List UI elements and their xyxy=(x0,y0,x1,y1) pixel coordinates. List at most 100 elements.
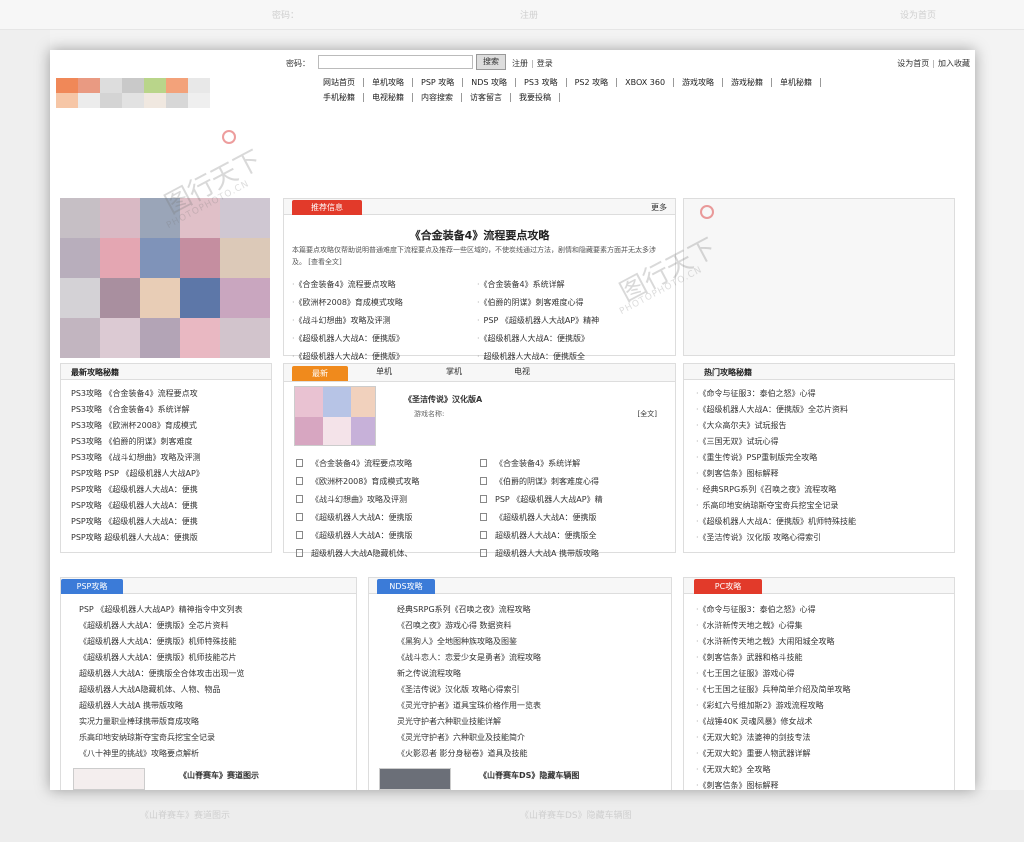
list-item[interactable]: · 《欧洲杯2008》育成模式攻略 xyxy=(292,295,477,311)
list-item[interactable]: PS3攻略 《战斗幻想曲》攻略及评测 xyxy=(71,450,266,466)
list-item[interactable]: · 《战锤40K 灵魂风暴》修女战术 xyxy=(696,714,951,730)
list-item[interactable]: 新之传说流程攻略 xyxy=(397,666,667,682)
nav-item[interactable]: 手机秘籍 xyxy=(315,93,364,102)
tab-latest[interactable]: 最新 xyxy=(292,366,348,381)
list-item[interactable]: · 《超级机器人大战A：便携版》全芯片资料 xyxy=(696,402,951,418)
list-item[interactable]: 《超级机器人大战A：便携版 xyxy=(296,528,480,544)
list-item[interactable]: PSP攻略 《超级机器人大战A：便携 xyxy=(71,514,266,530)
nav-item[interactable]: 电视秘籍 xyxy=(364,93,413,102)
list-item[interactable]: · 《彩虹六号维加斯2》游戏流程攻略 xyxy=(696,698,951,714)
list-item[interactable]: 实况力量职业棒球携带版育成攻略 xyxy=(79,714,349,730)
list-item[interactable]: 《战斗幻想曲》攻略及评测 xyxy=(296,492,480,508)
full-text-link[interactable]: [全文] xyxy=(638,409,657,419)
nav-item[interactable]: XBOX 360 xyxy=(617,78,675,87)
list-item[interactable]: · 《合金装备4》流程要点攻略 xyxy=(292,277,477,293)
featured-title[interactable]: 《合金装备4》流程要点攻略 xyxy=(284,227,675,243)
list-item[interactable]: 《黑狗人》全地图种族攻略及图鉴 xyxy=(397,634,667,650)
list-item[interactable]: · 《命令与征服3：泰伯之怒》心得 xyxy=(696,386,951,402)
nav-item[interactable]: 访客留言 xyxy=(462,93,511,102)
add-favorite-link[interactable]: 加入收藏 xyxy=(938,59,970,68)
nav-item[interactable]: 内容搜索 xyxy=(413,93,462,102)
nav-item[interactable]: 网站首页 xyxy=(315,78,364,87)
list-item[interactable]: 经典SRPG系列《召唤之夜》流程攻略 xyxy=(397,602,667,618)
login-link[interactable]: 登录 xyxy=(537,59,553,68)
psp-thumb-title[interactable]: 《山脊赛车》赛道图示 xyxy=(179,770,259,781)
nav-item[interactable]: 游戏秘籍 xyxy=(723,78,773,87)
list-item[interactable]: 《伯爵的阴谋》刺客难度心得 xyxy=(480,474,664,490)
list-item[interactable]: 《超级机器人大战A：便携版》机师特殊技能 xyxy=(79,634,349,650)
game-cover-image[interactable] xyxy=(294,386,376,446)
nav-item[interactable]: NDS 攻略 xyxy=(463,78,517,87)
list-item[interactable]: PS3攻略 《合金装备4》系统详解 xyxy=(71,402,266,418)
list-item[interactable]: · 《圣洁传说》汉化版 攻略心得索引 xyxy=(696,530,951,546)
list-item[interactable]: PSP 《超级机器人大战AP》精 xyxy=(480,492,664,508)
list-item[interactable]: 《超级机器人大战A：便携版》全芯片资料 xyxy=(79,618,349,634)
game-title[interactable]: 《圣洁传说》汉化版A xyxy=(404,394,482,405)
list-item[interactable]: · 经典SRPG系列《召唤之夜》流程攻略 xyxy=(696,482,951,498)
list-item[interactable]: · 《水浒新传天地之戟》大闹阳城全攻略 xyxy=(696,634,951,650)
list-item[interactable]: 《超级机器人大战A：便携版 xyxy=(480,510,664,526)
list-item[interactable]: 超级机器人大战A隐藏机体、 xyxy=(296,546,480,562)
list-item[interactable]: 《欧洲杯2008》育成模式攻略 xyxy=(296,474,480,490)
list-item[interactable]: 《火影忍者 影分身秘卷》道具及技能 xyxy=(397,746,667,762)
list-item[interactable]: · 《无双大蛇》重要人物武器详解 xyxy=(696,746,951,762)
car-thumbnail[interactable] xyxy=(379,768,451,790)
list-item[interactable]: · 《大众高尔夫》试玩报告 xyxy=(696,418,951,434)
list-item[interactable]: PSP攻略 《超级机器人大战A：便携 xyxy=(71,498,266,514)
list-item[interactable]: · 《超级机器人大战A：便携版》机师特殊技能 xyxy=(696,514,951,530)
list-item[interactable]: · 《刺客信条》武器和格斗技能 xyxy=(696,650,951,666)
nav-item[interactable]: PS3 攻略 xyxy=(516,78,567,87)
list-item[interactable]: · 乐高印地安纳琼斯夺宝奇兵挖宝全记录 xyxy=(696,498,951,514)
list-item[interactable]: PS3攻略 《伯爵的阴谋》刺客难度 xyxy=(71,434,266,450)
list-item[interactable]: · 《水浒新传天地之戟》心得集 xyxy=(696,618,951,634)
list-item[interactable]: 《超级机器人大战A：便携版》机师技能芯片 xyxy=(79,650,349,666)
nav-item[interactable]: 单机攻略 xyxy=(364,78,413,87)
list-item[interactable]: · 《七王国之征服》游戏心得 xyxy=(696,666,951,682)
list-item[interactable]: 《合金装备4》流程要点攻略 xyxy=(296,456,480,472)
list-item[interactable]: PSP 《超级机器人大战AP》精神指令中文列表 xyxy=(79,602,349,618)
list-item[interactable]: 《超级机器人大战A：便携版 xyxy=(296,510,480,526)
site-logo[interactable] xyxy=(50,72,250,127)
list-item[interactable]: 《合金装备4》系统详解 xyxy=(480,456,664,472)
nds-tab[interactable]: NDS攻略 xyxy=(377,579,435,594)
list-item[interactable]: PSP攻略 PSP 《超级机器人大战AP》 xyxy=(71,466,266,482)
list-item[interactable]: PSP攻略 《超级机器人大战A：便携 xyxy=(71,482,266,498)
password-input[interactable] xyxy=(318,55,473,69)
tab-handheld[interactable]: 掌机 xyxy=(446,366,462,377)
list-item[interactable]: 《灵光守护者》六种职业及技能简介 xyxy=(397,730,667,746)
list-item[interactable]: 《圣洁传说》汉化版 攻略心得索引 xyxy=(397,682,667,698)
nav-item[interactable]: 单机秘籍 xyxy=(772,78,822,87)
list-item[interactable]: · 《七王国之征服》兵种简单介绍及简单攻略 xyxy=(696,682,951,698)
nds-thumb-title[interactable]: 《山脊赛车DS》隐藏车辆图 xyxy=(479,770,579,781)
track-thumbnail[interactable] xyxy=(73,768,145,790)
nav-item[interactable]: PSP 攻略 xyxy=(413,78,464,87)
set-home-link[interactable]: 设为首页 xyxy=(897,59,929,68)
psp-tab[interactable]: PSP攻略 xyxy=(61,579,123,594)
nav-item[interactable]: 我要投稿 xyxy=(511,93,560,102)
list-item[interactable]: · 《重生传说》PSP重制版完全攻略 xyxy=(696,450,951,466)
nav-item[interactable]: 游戏攻略 xyxy=(674,78,724,87)
list-item[interactable]: 灵光守护者六种职业技能详解 xyxy=(397,714,667,730)
search-button[interactable]: 搜索 xyxy=(476,54,506,70)
list-item[interactable]: 超级机器人大战A 携带版攻略 xyxy=(480,546,664,562)
list-item[interactable]: PSP攻略 超级机器人大战A：便携版 xyxy=(71,530,266,546)
list-item[interactable]: · 《刺客信条》图标解释 xyxy=(696,778,951,790)
list-item[interactable]: · PSP 《超级机器人大战AP》精神 xyxy=(477,313,662,329)
pc-tab[interactable]: PC攻略 xyxy=(694,579,762,594)
list-item[interactable]: 乐高印地安纳琼斯夺宝奇兵挖宝全记录 xyxy=(79,730,349,746)
list-item[interactable]: · 《无双大蛇》全攻略 xyxy=(696,762,951,778)
list-item[interactable]: · 《三国无双》试玩心得 xyxy=(696,434,951,450)
list-item[interactable]: 《召唤之夜》游戏心得 数据资料 xyxy=(397,618,667,634)
tab-console[interactable]: 电视 xyxy=(514,366,530,377)
list-item[interactable]: 《战斗恋人：恋爱少女是勇者》流程攻略 xyxy=(397,650,667,666)
list-item[interactable]: 超级机器人大战A：便携版全合体攻击出现一览 xyxy=(79,666,349,682)
list-item[interactable]: · 《超级机器人大战A：便携版》 xyxy=(477,331,662,347)
nav-item[interactable]: PS2 攻略 xyxy=(567,78,618,87)
list-item[interactable]: PS3攻略 《合金装备4》流程要点攻 xyxy=(71,386,266,402)
list-item[interactable]: 超级机器人大战A 携带版攻略 xyxy=(79,698,349,714)
list-item[interactable]: 超级机器人大战A：便携版全 xyxy=(480,528,664,544)
list-item[interactable]: · 《无双大蛇》法婆神的剑技专法 xyxy=(696,730,951,746)
register-link[interactable]: 注册 xyxy=(512,59,528,68)
list-item[interactable]: · 《战斗幻想曲》攻略及评测 xyxy=(292,313,477,329)
tab-pc[interactable]: 单机 xyxy=(376,366,392,377)
